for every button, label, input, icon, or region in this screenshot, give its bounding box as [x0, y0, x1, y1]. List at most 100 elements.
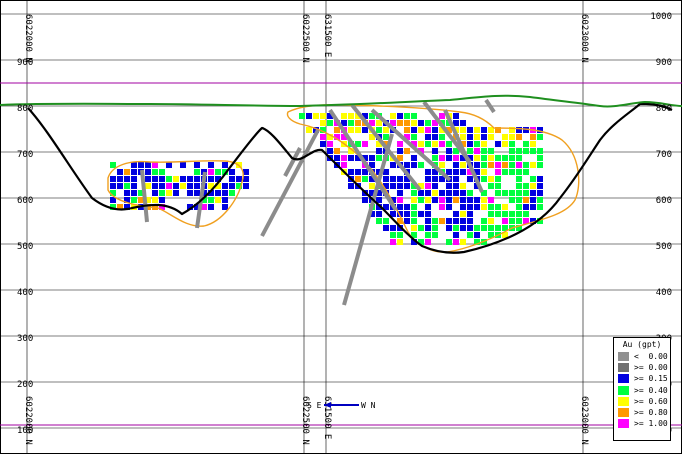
block-cell [131, 183, 137, 189]
block-cell [460, 120, 466, 126]
grid-label-top: 631500 E [322, 14, 332, 57]
block-cell [439, 113, 445, 119]
block-cell [348, 113, 354, 119]
block-cell [348, 169, 354, 175]
block-cell [474, 141, 480, 147]
block-cell [404, 127, 410, 133]
block-cell [425, 190, 431, 196]
block-cell [131, 169, 137, 175]
block-cell [425, 183, 431, 189]
grid-labels-top: 6022000 N 6022500 N 631500 E 6023000 N [23, 14, 589, 63]
block-cell [474, 134, 480, 140]
block-cell [453, 211, 459, 217]
block-cell [404, 211, 410, 217]
block-cell [481, 127, 487, 133]
block-cell [194, 183, 200, 189]
block-cell [460, 162, 466, 168]
block-cell [145, 183, 151, 189]
block-cell [516, 204, 522, 210]
block-cell [222, 197, 228, 203]
block-cell [397, 120, 403, 126]
block-cell [222, 183, 228, 189]
block-cell [376, 211, 382, 217]
block-cell [481, 148, 487, 154]
block-cell [474, 155, 480, 161]
block-cell [425, 127, 431, 133]
legend-entries: < 0.00 >= 0.00 >= 0.15 >= 0.40 >= 0.60 >= 0.8… [614, 351, 670, 429]
block-cell [516, 169, 522, 175]
grid-label-top: 6023000 N [579, 14, 589, 63]
block-cell [502, 134, 508, 140]
block-cell [334, 127, 340, 133]
block-cell [495, 176, 501, 182]
block-cell [488, 204, 494, 210]
block-cell [530, 176, 536, 182]
legend-label: >= 0.00 [634, 363, 668, 373]
block-cell [446, 218, 452, 224]
block-cell [348, 155, 354, 161]
block-cell [453, 190, 459, 196]
block-cell [439, 141, 445, 147]
block-cell [481, 176, 487, 182]
legend-entry: >= 0.15 [614, 373, 670, 384]
legend-label: >= 0.60 [634, 396, 668, 406]
block-cell [446, 183, 452, 189]
frame [0, 0, 682, 454]
grid-label-top: 6022500 N [300, 14, 310, 63]
drillhole [260, 129, 320, 237]
block-cell [425, 211, 431, 217]
block-cell [516, 211, 522, 217]
block-cell [327, 148, 333, 154]
block-cell [187, 176, 193, 182]
block-cell [502, 218, 508, 224]
legend-label: >= 0.80 [634, 408, 668, 418]
block-cell [390, 176, 396, 182]
block-cell [131, 190, 137, 196]
block-cell [467, 225, 473, 231]
block-cell [124, 183, 130, 189]
block-cell [369, 183, 375, 189]
block-cell [474, 225, 480, 231]
block-cell [537, 134, 543, 140]
block-cell [467, 134, 473, 140]
block-cell [362, 197, 368, 203]
block-cell [411, 162, 417, 168]
block-cell [180, 183, 186, 189]
block-cell [229, 169, 235, 175]
block-cell [341, 155, 347, 161]
block-cell [488, 225, 494, 231]
block-cell [516, 148, 522, 154]
block-cell [418, 190, 424, 196]
block-cell [432, 176, 438, 182]
block-cell [411, 218, 417, 224]
grid-label-top: 6022000 N [23, 14, 33, 63]
block-cell [383, 176, 389, 182]
block-cell [474, 204, 480, 210]
block-cell [124, 176, 130, 182]
block-cell [516, 197, 522, 203]
block-cell [341, 162, 347, 168]
block-cell [467, 218, 473, 224]
elevation-labels-left: 900800700600500400300200100 [17, 58, 33, 436]
block-cell [453, 155, 459, 161]
block-cell [117, 183, 123, 189]
block-cell [537, 176, 543, 182]
block-cell [418, 197, 424, 203]
block-cell [418, 162, 424, 168]
block-cell [397, 113, 403, 119]
block-cell [411, 127, 417, 133]
block-cell [509, 211, 515, 217]
block-cell [411, 155, 417, 161]
block-cell [474, 127, 480, 133]
block-cell [453, 169, 459, 175]
block-cell [495, 190, 501, 196]
block-cell [495, 141, 501, 147]
block-cell [481, 225, 487, 231]
block-cell [460, 197, 466, 203]
elevation-label: 700 [17, 150, 33, 160]
block-cell [173, 176, 179, 182]
block-cell [446, 141, 452, 147]
block-cell [502, 211, 508, 217]
block-cell [110, 162, 116, 168]
block-cell [537, 197, 543, 203]
